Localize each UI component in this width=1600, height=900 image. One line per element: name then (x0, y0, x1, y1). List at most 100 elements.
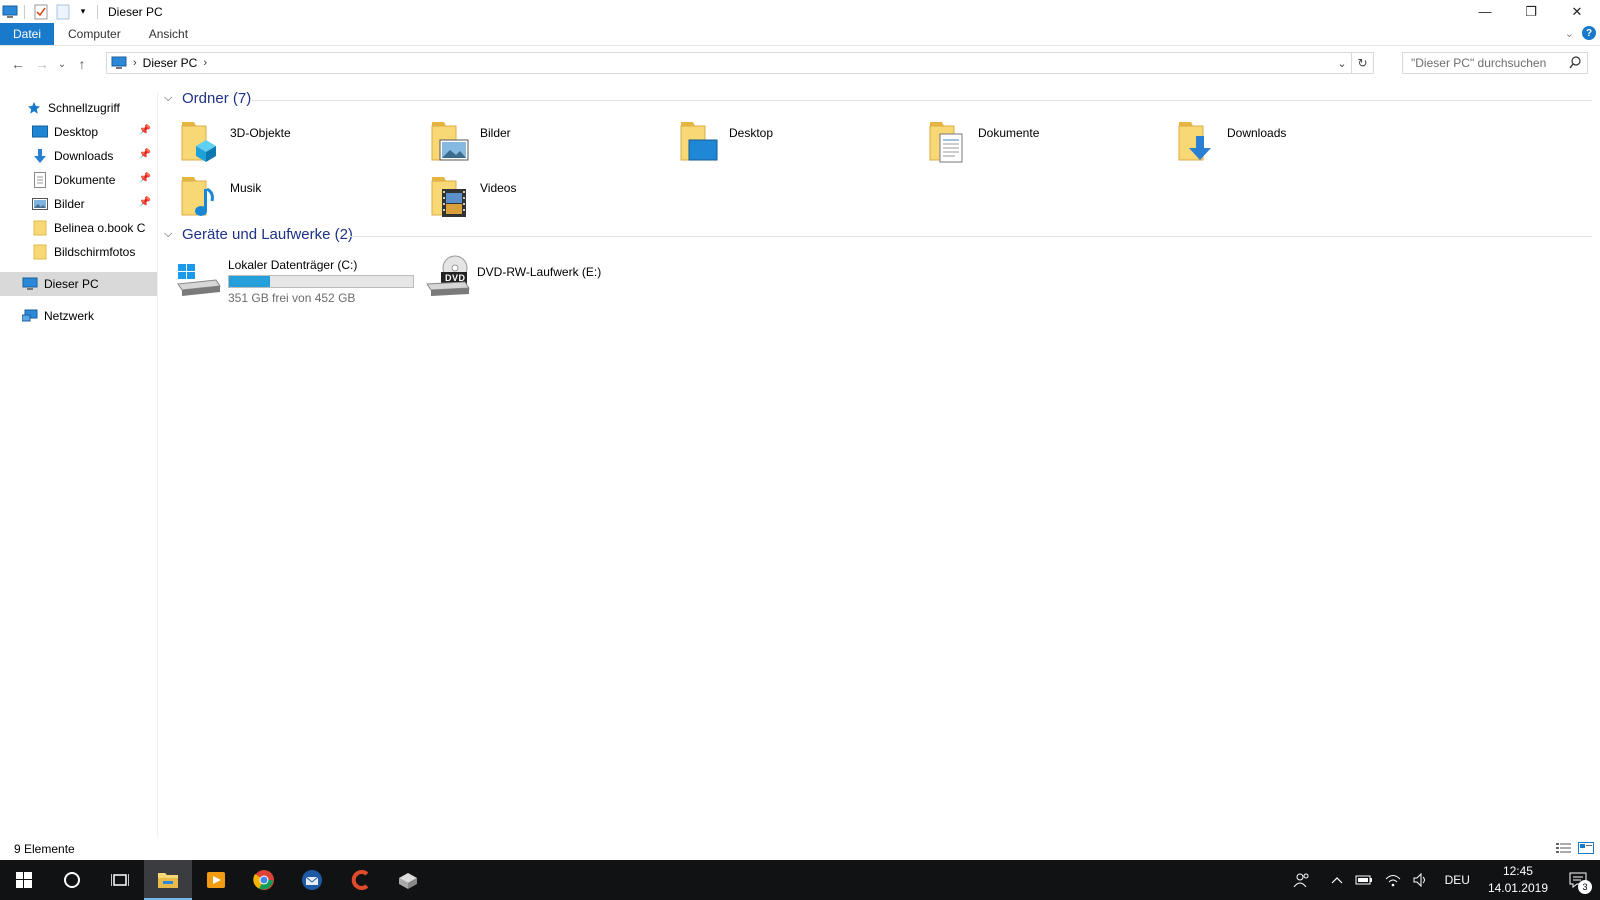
sidebar-item-label: Bildschirmfotos (54, 245, 136, 259)
back-icon[interactable]: ← (6, 52, 30, 76)
file-explorer-icon[interactable] (144, 860, 192, 900)
tab-datei[interactable]: Datei (0, 23, 55, 45)
recent-locations-icon[interactable]: ⌄ (54, 52, 70, 76)
search-input[interactable]: "Dieser PC" durchsuchen (1402, 52, 1588, 74)
close-button[interactable]: ✕ (1554, 0, 1600, 23)
thunderbird-icon[interactable] (288, 860, 336, 900)
window-title: Dieser PC (108, 4, 163, 19)
minimize-button[interactable]: — (1462, 0, 1508, 23)
start-icon[interactable] (0, 860, 48, 900)
folder-videos[interactable]: Videos (430, 173, 670, 223)
cortana-icon[interactable] (48, 860, 96, 900)
search-icon[interactable] (1569, 56, 1581, 73)
group-header-folders[interactable]: ⌵ Ordner (7) (164, 90, 251, 107)
forward-icon[interactable]: → (30, 52, 54, 76)
folder-label: 3D-Objekte (230, 126, 291, 140)
people-icon[interactable] (1287, 872, 1325, 888)
help-icon[interactable]: ? (1582, 26, 1596, 40)
sidebar-item-pictures[interactable]: Bilder 📌 (0, 192, 157, 216)
this-pc-icon[interactable] (2, 4, 18, 20)
show-hidden-icons-icon[interactable] (1325, 876, 1349, 884)
ccleaner-icon[interactable] (336, 860, 384, 900)
pin-icon[interactable]: 📌 (139, 197, 151, 208)
drive-e[interactable]: DVD DVD-RW-Laufwerk (E:) (425, 254, 601, 298)
input-language-indicator[interactable]: DEU (1435, 873, 1480, 887)
search-placeholder: "Dieser PC" durchsuchen (1411, 56, 1547, 70)
star-icon (26, 100, 42, 116)
restore-button[interactable]: ❐ (1508, 0, 1554, 23)
folder-desktop[interactable]: Desktop (679, 118, 919, 168)
clock[interactable]: 12:45 14.01.2019 (1480, 863, 1556, 897)
documents-folder-icon (928, 118, 972, 166)
folder-music[interactable]: Musik (180, 173, 420, 223)
task-view-icon[interactable] (96, 860, 144, 900)
windows-drive-icon (176, 254, 224, 298)
folder-documents[interactable]: Dokumente (928, 118, 1168, 168)
sidebar-item-desktop[interactable]: Desktop 📌 (0, 120, 157, 144)
volume-icon[interactable] (1407, 873, 1435, 887)
title-bar: ▾ Dieser PC — ❐ ✕ (0, 0, 1600, 23)
pictures-icon (32, 196, 48, 212)
refresh-icon[interactable]: ↻ (1351, 53, 1373, 73)
videos-folder-icon (430, 173, 474, 221)
folder-label: Desktop (729, 126, 774, 140)
chrome-icon[interactable] (240, 860, 288, 900)
address-dropdown-icon[interactable]: ⌄ (1333, 57, 1351, 70)
this-pc-icon (22, 276, 38, 292)
folder-3d-objects[interactable]: 3D-Objekte (180, 118, 420, 168)
navigation-pane: Schnellzugriff Desktop 📌 Downloads 📌 Dok… (0, 92, 158, 837)
item-count: 9 Elemente (14, 842, 75, 856)
customize-toolbar-icon[interactable]: ▾ (75, 4, 91, 20)
drive-c[interactable]: Lokaler Datenträger (C:) 351 GB frei von… (176, 254, 414, 305)
notification-count-badge: 3 (1578, 880, 1592, 894)
tab-computer[interactable]: Computer (54, 23, 135, 45)
breadcrumb-chevron-icon[interactable]: › (133, 57, 137, 69)
pictures-folder-icon (430, 118, 474, 166)
wifi-icon[interactable] (1379, 873, 1407, 887)
new-folder-icon[interactable] (55, 4, 71, 20)
group-header-drives[interactable]: ⌵ Geräte und Laufwerke (2) (164, 226, 353, 243)
up-icon[interactable]: ↑ (70, 52, 94, 76)
dvd-drive-icon: DVD (425, 254, 473, 298)
installer-icon[interactable] (384, 860, 432, 900)
drive-usage-fill (229, 276, 271, 287)
folder-downloads[interactable]: Downloads (1177, 118, 1417, 168)
battery-icon[interactable] (1349, 874, 1379, 886)
sidebar-item-downloads[interactable]: Downloads 📌 (0, 144, 157, 168)
sidebar-item-label: Netzwerk (44, 309, 95, 323)
folder-label: Bilder (480, 126, 511, 140)
sidebar-item-quick-access[interactable]: Schnellzugriff (0, 96, 157, 120)
status-bar: 9 Elemente (0, 838, 1600, 860)
folder-pictures[interactable]: Bilder (430, 118, 670, 168)
collapse-chevron-icon[interactable]: ⌵ (164, 92, 178, 105)
collapse-chevron-icon[interactable]: ⌵ (164, 228, 178, 241)
breadcrumb-item[interactable]: Dieser PC (143, 56, 198, 70)
sidebar-item-belinea[interactable]: Belinea o.book C (0, 216, 157, 240)
file-view: ⌵ Ordner (7) 3D-Objekte Bilder Desktop D… (160, 86, 1600, 836)
sidebar-item-network[interactable]: Netzwerk (0, 304, 157, 328)
sidebar-item-documents[interactable]: Dokumente 📌 (0, 168, 157, 192)
group-title: Ordner (7) (182, 90, 252, 107)
clock-time: 12:45 (1502, 864, 1533, 878)
sidebar-item-screenshots[interactable]: Bildschirmfotos (0, 240, 157, 264)
action-center-icon[interactable]: 3 (1556, 860, 1600, 900)
address-bar[interactable]: › Dieser PC › ⌄ ↻ (106, 52, 1374, 74)
details-view-icon[interactable] (1556, 842, 1572, 857)
sidebar-item-this-pc[interactable]: Dieser PC (0, 272, 157, 296)
downloads-folder-icon (1177, 118, 1221, 166)
sidebar-item-label: Downloads (54, 149, 114, 163)
pin-icon[interactable]: 📌 (139, 173, 151, 184)
breadcrumb-chevron-icon[interactable]: › (203, 57, 207, 69)
expand-ribbon-icon[interactable]: ⌄ (1565, 27, 1574, 40)
tab-ansicht[interactable]: Ansicht (135, 23, 202, 45)
music-folder-icon (180, 173, 224, 221)
tiles-view-icon[interactable] (1578, 842, 1594, 857)
sidebar-item-label: Dieser PC (44, 277, 99, 291)
taskbar: DEU 12:45 14.01.2019 3 (0, 860, 1600, 900)
group-title: Geräte und Laufwerke (2) (182, 226, 353, 243)
properties-icon[interactable] (33, 4, 49, 20)
pin-icon[interactable]: 📌 (139, 149, 151, 160)
pin-icon[interactable]: 📌 (139, 125, 151, 136)
folder-icon (32, 220, 48, 236)
media-player-icon[interactable] (192, 860, 240, 900)
